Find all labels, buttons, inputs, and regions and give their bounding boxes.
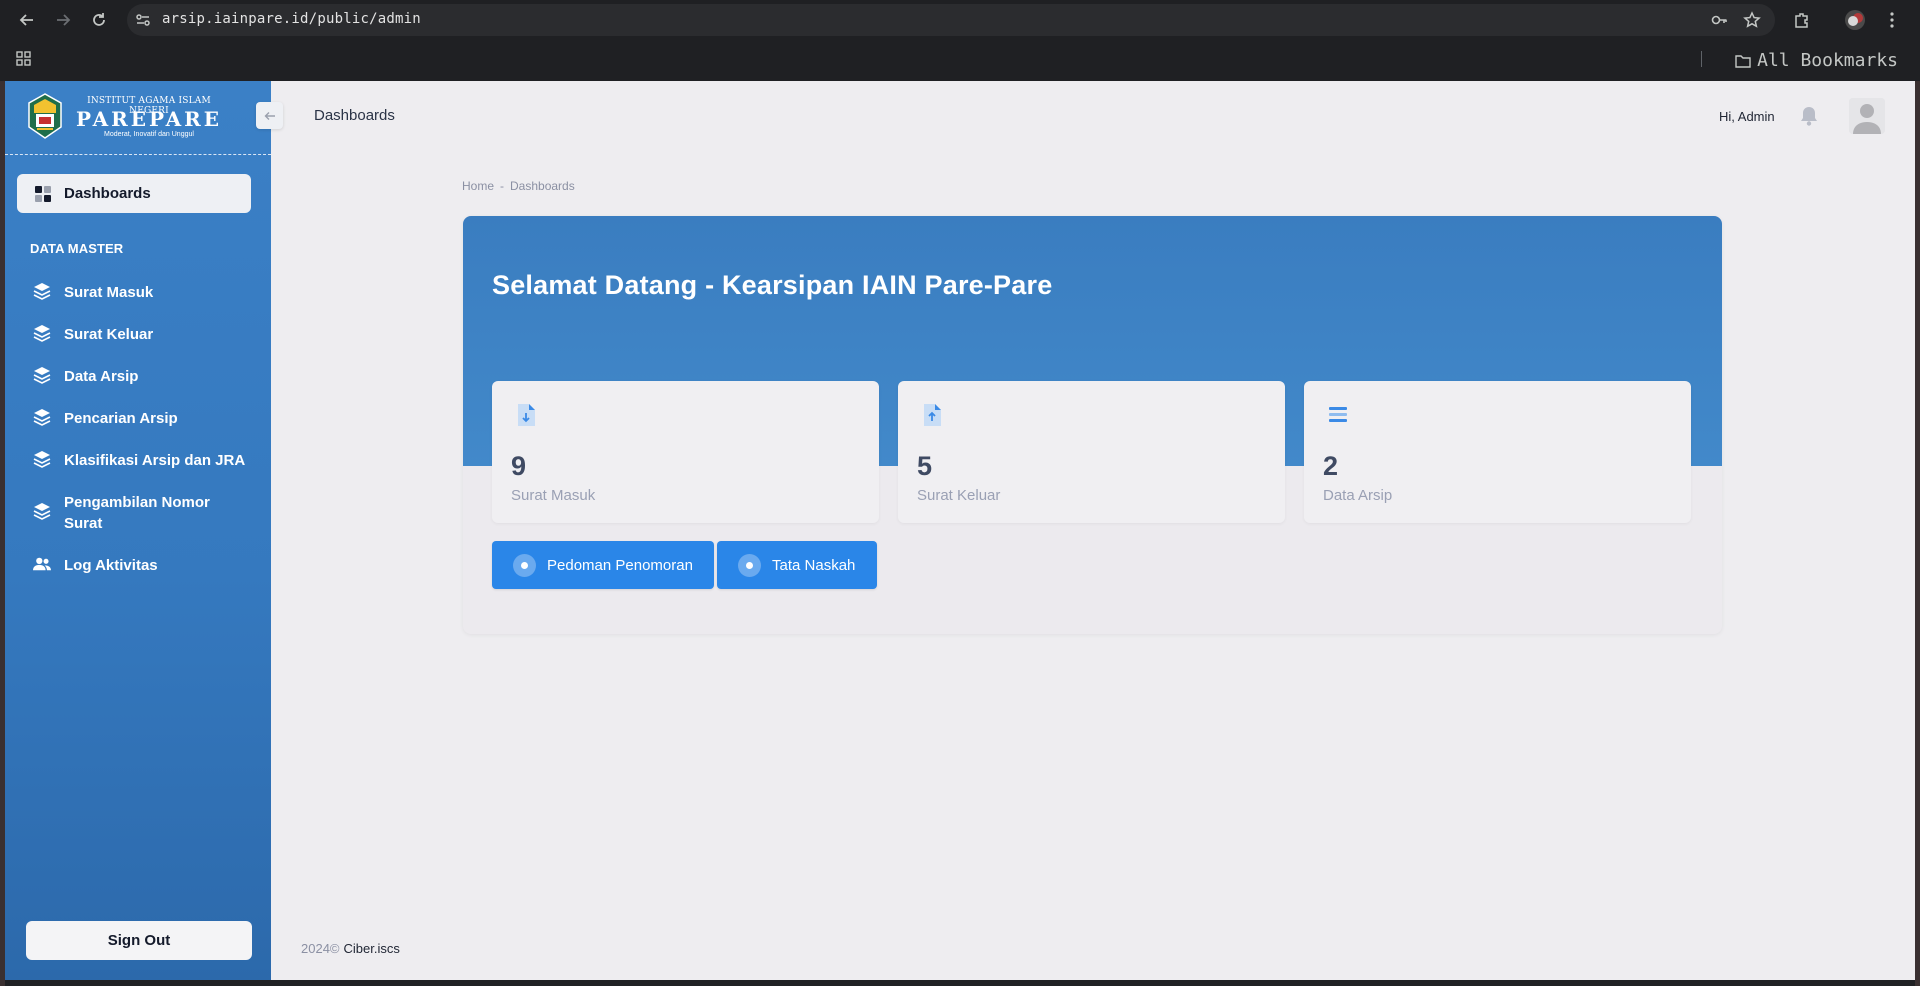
reload-button[interactable] (87, 8, 111, 32)
button-label: Pedoman Penomoran (547, 556, 693, 574)
sidebar-item-data-arsip[interactable]: Data Arsip (33, 366, 224, 387)
profile-icon[interactable] (1843, 8, 1867, 32)
sidebar-item-label: Klasifikasi Arsip dan JRA (64, 452, 246, 469)
sidebar-item-label: Pengambilan Nomor Surat (64, 494, 210, 532)
bookmarks-separator (1701, 51, 1702, 67)
dashboard-grid-icon (35, 185, 51, 202)
view-icon (738, 553, 761, 577)
sidebar-item-dashboards[interactable]: Dashboards (17, 174, 251, 213)
users-icon (33, 555, 51, 573)
sidebar-item-surat-masuk[interactable]: Surat Masuk (33, 282, 224, 303)
key-icon[interactable] (1707, 8, 1731, 32)
bell-icon[interactable] (1798, 105, 1820, 127)
stat-value: 9 (511, 451, 527, 481)
sign-out-button[interactable]: Sign Out (26, 921, 252, 960)
breadcrumb-home-link[interactable]: Home (462, 179, 494, 193)
logo-motto-text: Moderat, Inovatif dan Unggul (104, 131, 194, 138)
folder-icon (1735, 54, 1751, 68)
sidebar-item-klasifikasi-arsip[interactable]: Klasifikasi Arsip dan JRA (33, 450, 254, 471)
logo-city-text: PAREPARE (76, 107, 222, 131)
apps-grid-icon[interactable] (16, 51, 32, 72)
breadcrumb: Home - Dashboards (462, 179, 575, 193)
browser-toolbar: arsip.iainpare.id/public/admin (0, 0, 1920, 40)
stat-card-surat-keluar[interactable]: 5 Surat Keluar (898, 381, 1285, 523)
site-info-icon[interactable] (131, 8, 155, 32)
tata-naskah-button[interactable]: Tata Naskah (717, 541, 877, 589)
user-greeting[interactable]: Hi, Admin (1719, 109, 1775, 124)
logo[interactable]: INSTITUT AGAMA ISLAM NEGERI PAREPARE Mod… (5, 81, 271, 155)
section-label-data-master: DATA MASTER (30, 241, 124, 256)
arrow-left-icon (264, 111, 275, 120)
stat-card-surat-masuk[interactable]: 9 Surat Masuk (492, 381, 879, 523)
layers-icon (33, 450, 51, 468)
sidebar-item-pencarian-arsip[interactable]: Pencarian Arsip (33, 408, 224, 429)
footer-brand-link[interactable]: Ciber.iscs (344, 941, 400, 956)
window-edge-right (1915, 81, 1920, 986)
file-upload-icon (924, 404, 941, 426)
stat-value: 5 (917, 451, 933, 481)
file-download-icon (518, 404, 535, 426)
all-bookmarks-button[interactable]: All Bookmarks (1735, 50, 1898, 71)
menu-kebab-icon[interactable] (1880, 8, 1904, 32)
sidebar-item-label: Surat Masuk (64, 284, 154, 301)
iain-emblem-icon (28, 93, 62, 139)
layers-icon (33, 366, 51, 384)
welcome-title: Selamat Datang - Kearsipan IAIN Pare-Par… (492, 270, 1053, 300)
extensions-icon[interactable] (1790, 8, 1814, 32)
layers-icon (33, 324, 51, 342)
bookmarks-bar (0, 40, 1920, 81)
sidebar-item-pengambilan-nomor[interactable]: Pengambilan Nomor Surat (33, 492, 214, 534)
sidebar-item-log-aktivitas[interactable]: Log Aktivitas (33, 555, 224, 576)
stat-value: 2 (1323, 451, 1339, 481)
stat-label: Surat Keluar (917, 487, 1001, 504)
sidebar-item-label: Data Arsip (64, 368, 139, 385)
sidebar-item-label: Log Aktivitas (64, 557, 158, 574)
avatar[interactable] (1849, 98, 1885, 134)
footer-year: 2024© (301, 941, 340, 956)
stat-card-data-arsip[interactable]: 2 Data Arsip (1304, 381, 1691, 523)
stat-label: Surat Masuk (511, 487, 596, 504)
breadcrumb-separator: - (500, 179, 505, 193)
sidebar: INSTITUT AGAMA ISLAM NEGERI PAREPARE Mod… (5, 81, 271, 980)
breadcrumb-current: Dashboards (510, 179, 575, 193)
button-label: Tata Naskah (772, 556, 856, 574)
user-avatar-icon (1849, 98, 1885, 134)
app-window: INSTITUT AGAMA ISLAM NEGERI PAREPARE Mod… (5, 81, 1915, 980)
sidebar-toggle-button[interactable] (256, 102, 283, 129)
layers-icon (33, 502, 51, 520)
sidebar-item-label: Surat Keluar (64, 326, 154, 343)
layers-icon (33, 408, 51, 426)
list-icon (1329, 407, 1347, 422)
back-button[interactable] (15, 8, 39, 32)
sidebar-item-label: Dashboards (64, 185, 151, 202)
pedoman-penomoran-button[interactable]: Pedoman Penomoran (492, 541, 714, 589)
layers-icon (33, 282, 51, 300)
footer: 2024© Ciber.iscs (301, 941, 400, 956)
sidebar-item-surat-keluar[interactable]: Surat Keluar (33, 324, 224, 345)
welcome-card: Selamat Datang - Kearsipan IAIN Pare-Par… (463, 216, 1722, 634)
sidebar-item-label: Pencarian Arsip (64, 410, 178, 427)
forward-button[interactable] (51, 8, 75, 32)
url-text[interactable]: arsip.iainpare.id/public/admin (162, 11, 421, 27)
stat-label: Data Arsip (1323, 487, 1393, 504)
view-icon (513, 553, 536, 577)
header-title: Dashboards (314, 107, 395, 124)
all-bookmarks-label: All Bookmarks (1757, 50, 1898, 71)
star-icon[interactable] (1740, 8, 1764, 32)
